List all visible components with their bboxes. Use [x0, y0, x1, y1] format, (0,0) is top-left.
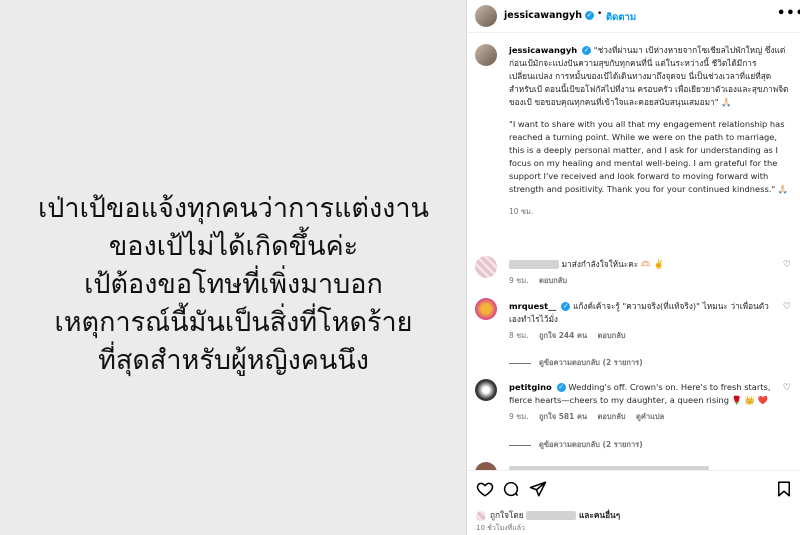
post-image[interactable]: เป่าเป้ขอแจ้งทุกคนว่าการแต่งงาน ของเป้ไม…: [0, 0, 467, 535]
post-image-text: เป่าเป้ขอแจ้งทุกคนว่าการแต่งงาน ของเป้ไม…: [38, 193, 429, 376]
verified-badge-icon: ✓: [585, 11, 594, 20]
liked-by[interactable]: ถูกใจโดย และคนอื่นๆ: [476, 508, 620, 522]
separator-dot: •: [597, 9, 603, 19]
heart-icon[interactable]: ♡: [783, 383, 791, 393]
post-header: jessicawangyh ✓ • ติดตาม •••: [467, 0, 800, 33]
caption-author-avatar[interactable]: [475, 44, 497, 66]
comments-scroll-area[interactable]: jessicawangyh ✓ "ช่วงที่ผ่านมา เป้ห่างหาย…: [467, 34, 800, 470]
reply-button[interactable]: ตอบกลับ: [598, 412, 626, 421]
comment-body: petitgino ✓ Wedding's off. Crown's on. He…: [509, 381, 771, 423]
comment-actions: 8 ชม. ถูกใจ 244 คน ตอบกลับ: [509, 329, 771, 342]
save-bookmark-icon[interactable]: [775, 480, 793, 498]
comment-text: มาส่งกำลังใจให้นะคะ 🫶🏻 ✌️: [561, 259, 665, 269]
follow-button[interactable]: ติดตาม: [606, 10, 636, 25]
comment-time: 8 ชม.: [509, 331, 529, 340]
view-replies-button[interactable]: ดูข้อความตอบกลับ (2 รายการ): [509, 357, 643, 369]
comment-body: มาส่งกำลังใจให้นะคะ 🫶🏻 ✌️ 9 ชม. ตอบกลับ: [509, 258, 771, 287]
reply-button[interactable]: ตอบกลับ: [539, 276, 567, 285]
post-side-panel: jessicawangyh ✓ • ติดตาม ••• jessicawang…: [467, 0, 800, 535]
comment-actions: 9 ชม. ถูกใจ 581 คน ตอบกลับ ดูคำแปล: [509, 410, 771, 423]
share-send-icon[interactable]: [529, 480, 547, 498]
view-replies-label: ดูข้อความตอบกลับ (2 รายการ): [539, 440, 643, 449]
redacted-liker: [526, 511, 577, 520]
more-options-icon[interactable]: •••: [777, 6, 800, 21]
commenter-username[interactable]: mrquest__: [509, 301, 556, 311]
post-actions-bar: ถูกใจโดย และคนอื่นๆ 10 ชั่วโมงที่แล้ว: [467, 470, 800, 535]
view-replies-button[interactable]: ดูข้อความตอบกลับ (2 รายการ): [509, 439, 643, 451]
caption-english-text: "I want to share with you all that my en…: [509, 119, 789, 194]
verified-badge-icon: ✓: [561, 302, 571, 311]
verified-badge-icon: ✓: [556, 383, 566, 392]
comment-likes[interactable]: ถูกใจ 244 คน: [539, 331, 587, 340]
comment-bubble-icon[interactable]: [502, 480, 520, 498]
reply-button[interactable]: ตอบกลับ: [598, 331, 626, 340]
comment-time: 9 ชม.: [509, 412, 529, 421]
commenter-avatar[interactable]: [475, 256, 497, 278]
caption-username[interactable]: jessicawangyh: [509, 45, 577, 55]
like-heart-icon[interactable]: [476, 480, 494, 498]
view-replies-label: ดูข้อความตอบกลับ (2 รายการ): [539, 358, 643, 367]
commenter-avatar[interactable]: [475, 462, 497, 470]
replies-divider: [509, 444, 531, 446]
redacted-username: [509, 260, 559, 269]
author-username[interactable]: jessicawangyh: [504, 10, 582, 21]
liked-by-prefix: ถูกใจโดย: [490, 510, 524, 520]
comment-time: 9 ชม.: [509, 276, 529, 285]
heart-icon[interactable]: ♡: [783, 260, 791, 270]
caption-time: 10 ชม.: [509, 207, 534, 216]
commenter-username[interactable]: petitgino: [509, 382, 552, 392]
translate-button[interactable]: ดูคำแปล: [636, 412, 664, 421]
author-avatar[interactable]: [475, 5, 497, 27]
comment-actions: 9 ชม. ตอบกลับ: [509, 274, 771, 287]
liker-avatar: [476, 510, 486, 521]
heart-icon[interactable]: ♡: [783, 302, 791, 312]
liked-by-suffix: และคนอื่นๆ: [578, 510, 621, 520]
replies-divider: [509, 362, 531, 364]
commenter-avatar[interactable]: [475, 379, 497, 401]
comment-likes[interactable]: ถูกใจ 581 คน: [539, 412, 587, 421]
caption-body: jessicawangyh ✓ "ช่วงที่ผ่านมา เป้ห่างหาย…: [509, 44, 793, 218]
verified-badge-icon: ✓: [582, 46, 592, 55]
commenter-avatar[interactable]: [475, 298, 497, 320]
post-time: 10 ชั่วโมงที่แล้ว: [476, 524, 525, 532]
comment-body: mrquest__ ✓ แก้งค์เค้าจะรู้ "ความจริง(ที่…: [509, 300, 771, 342]
